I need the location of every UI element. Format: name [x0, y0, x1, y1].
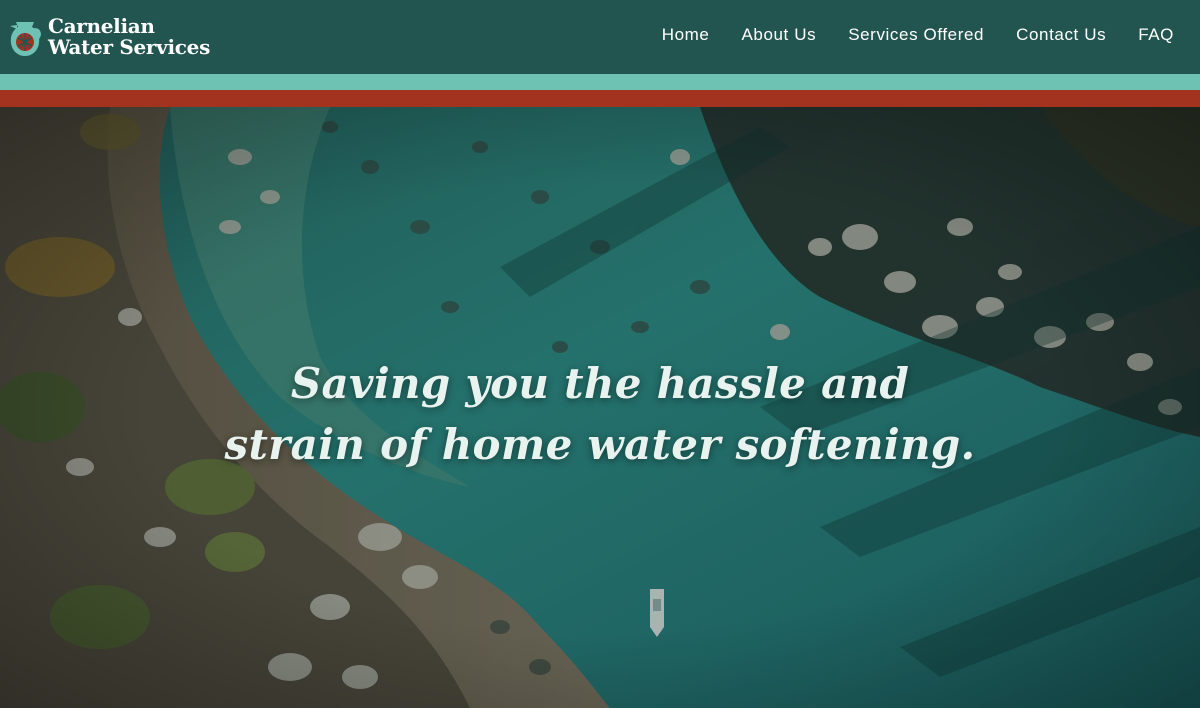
- brand-name-line1: Carnelian: [48, 14, 155, 38]
- nav-about-us[interactable]: About Us: [741, 24, 816, 46]
- brand-logo-link[interactable]: Carnelian Water Services: [8, 12, 210, 62]
- hero-tagline-line2: strain of home water softening.: [224, 420, 976, 469]
- hero-tagline-line1: Saving you the hassle and: [290, 359, 910, 408]
- nav-faq[interactable]: FAQ: [1138, 24, 1174, 46]
- pitcher-logo-icon: [10, 22, 41, 56]
- brand-name-line2: Water Services: [48, 35, 211, 59]
- main-nav: Home About Us Services Offered Contact U…: [630, 24, 1174, 46]
- brand-name: Carnelian Water Services: [48, 16, 210, 58]
- hero-tagline: Saving you the hassle and strain of home…: [0, 353, 1200, 475]
- decorative-stripe-teal: [0, 74, 1200, 90]
- site-header: Carnelian Water Services Home About Us S…: [0, 0, 1200, 74]
- decorative-stripe-red: [0, 90, 1200, 107]
- nav-home[interactable]: Home: [662, 24, 710, 46]
- nav-services-offered[interactable]: Services Offered: [848, 24, 984, 46]
- nav-contact-us[interactable]: Contact Us: [1016, 24, 1106, 46]
- hero-section: Saving you the hassle and strain of home…: [0, 107, 1200, 708]
